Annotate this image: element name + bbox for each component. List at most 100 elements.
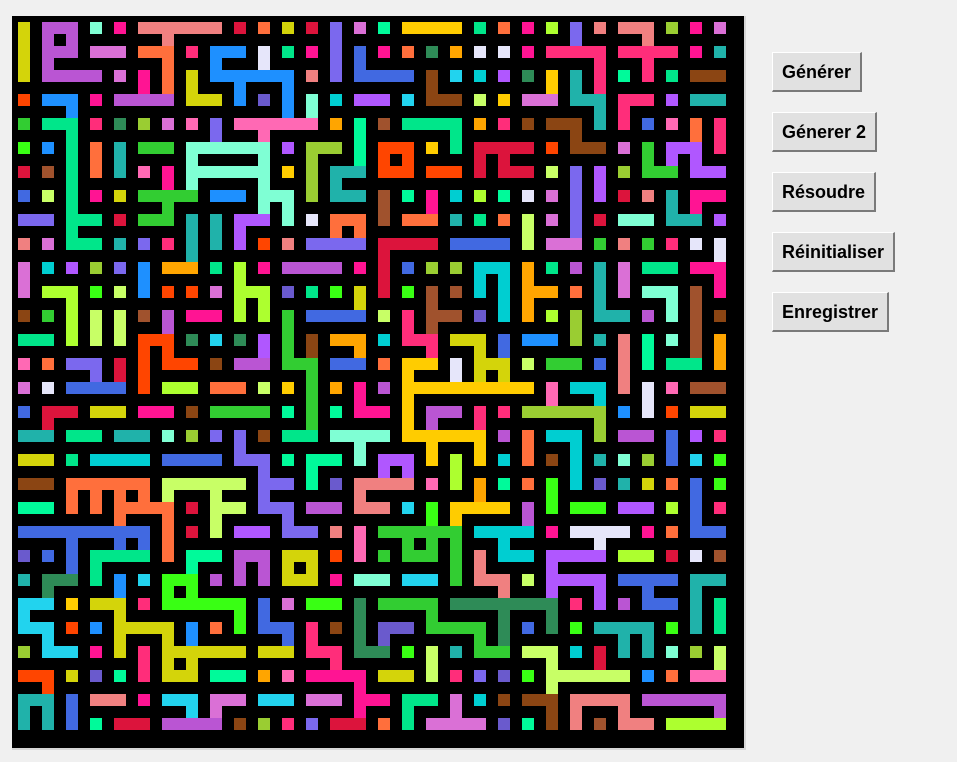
maze-wall [474,262,486,298]
maze-cell [210,574,222,586]
maze-cell [498,694,510,706]
maze-cell [714,310,726,322]
maze-cell [522,22,534,34]
maze-wall [234,70,246,106]
maze-wall [90,46,126,58]
maze-wall [186,310,222,322]
maze-cell [690,238,702,250]
maze-wall [18,502,54,514]
maze-wall [258,646,294,658]
maze-wall [114,310,126,346]
maze-cell [90,646,102,658]
maze-wall [162,526,174,562]
maze-wall [90,478,102,514]
maze-wall [474,430,486,466]
maze-wall [618,94,630,130]
maze-wall [162,382,198,394]
maze-wall [618,622,630,658]
maze-wall [210,502,222,538]
maze-wall [138,142,174,154]
maze-wall [18,454,54,466]
maze-wall [18,478,54,490]
maze-wall [18,334,54,346]
maze-cell [450,70,462,82]
solve-button[interactable]: Résoudre [772,172,877,212]
maze-wall [402,238,438,250]
maze-cell [378,334,390,346]
maze-wall [354,94,390,106]
maze-cell [138,310,150,322]
maze-wall [546,238,582,250]
maze-wall [522,214,534,250]
maze-cell [282,22,294,34]
maze-cell [666,550,678,562]
maze-cell [330,94,342,106]
maze-wall [330,358,366,370]
maze-wall [546,694,558,730]
maze-cell [138,598,150,610]
maze-wall [90,406,126,418]
maze-cell [666,670,678,682]
maze-wall [186,22,222,34]
maze-wall [642,262,678,274]
maze-cell [498,190,510,202]
maze-cell [714,430,726,442]
maze-cell [618,142,630,154]
maze-cell [690,22,702,34]
maze-cell [66,262,78,274]
maze-cell [66,454,78,466]
maze-wall [450,118,462,154]
maze-wall [18,430,54,442]
maze-wall [714,334,726,370]
maze-cell [498,718,510,730]
maze-cell [714,502,726,514]
generate-button[interactable]: Générer [772,52,863,92]
maze-cell [450,646,462,658]
maze-wall [690,526,726,538]
maze-cell [378,118,390,130]
maze-cell [114,670,126,682]
maze-wall [138,214,174,226]
maze-wall [402,550,438,562]
maze-wall [546,478,558,514]
maze-cell [42,382,54,394]
maze-cell [714,478,726,490]
maze-wall [66,478,78,514]
maze-wall [210,382,246,394]
maze-cell [90,190,102,202]
save-button[interactable]: Enregistrer [772,292,890,332]
maze-cell [402,46,414,58]
maze-cell [42,142,54,154]
maze-wall [354,646,390,658]
maze-wall [66,310,78,346]
maze-cell [666,526,678,538]
maze-cell [330,574,342,586]
maze-cell [282,718,294,730]
maze-wall [666,286,678,322]
maze-cell [138,166,150,178]
maze-cell [666,646,678,658]
maze-cell [474,46,486,58]
reset-button[interactable]: Réinitialiser [772,232,896,272]
maze-cell [666,22,678,34]
maze-cell [402,286,414,298]
maze-cell [474,118,486,130]
maze-cell [42,550,54,562]
maze-cell [474,22,486,34]
maze-cell [450,262,462,274]
maze-cell [66,670,78,682]
maze-cell [258,94,270,106]
maze-wall [642,598,678,610]
maze-cell [498,478,510,490]
maze-cell [570,598,582,610]
generate-2-button[interactable]: Génerer 2 [772,112,878,152]
maze-wall [210,190,246,202]
maze-cell [474,94,486,106]
maze-cell [498,46,510,58]
maze-cell [642,238,654,250]
maze-canvas[interactable] [12,16,746,750]
maze-wall [114,550,150,562]
maze-cell [330,118,342,130]
maze-wall [186,454,222,466]
maze-cell [714,22,726,34]
